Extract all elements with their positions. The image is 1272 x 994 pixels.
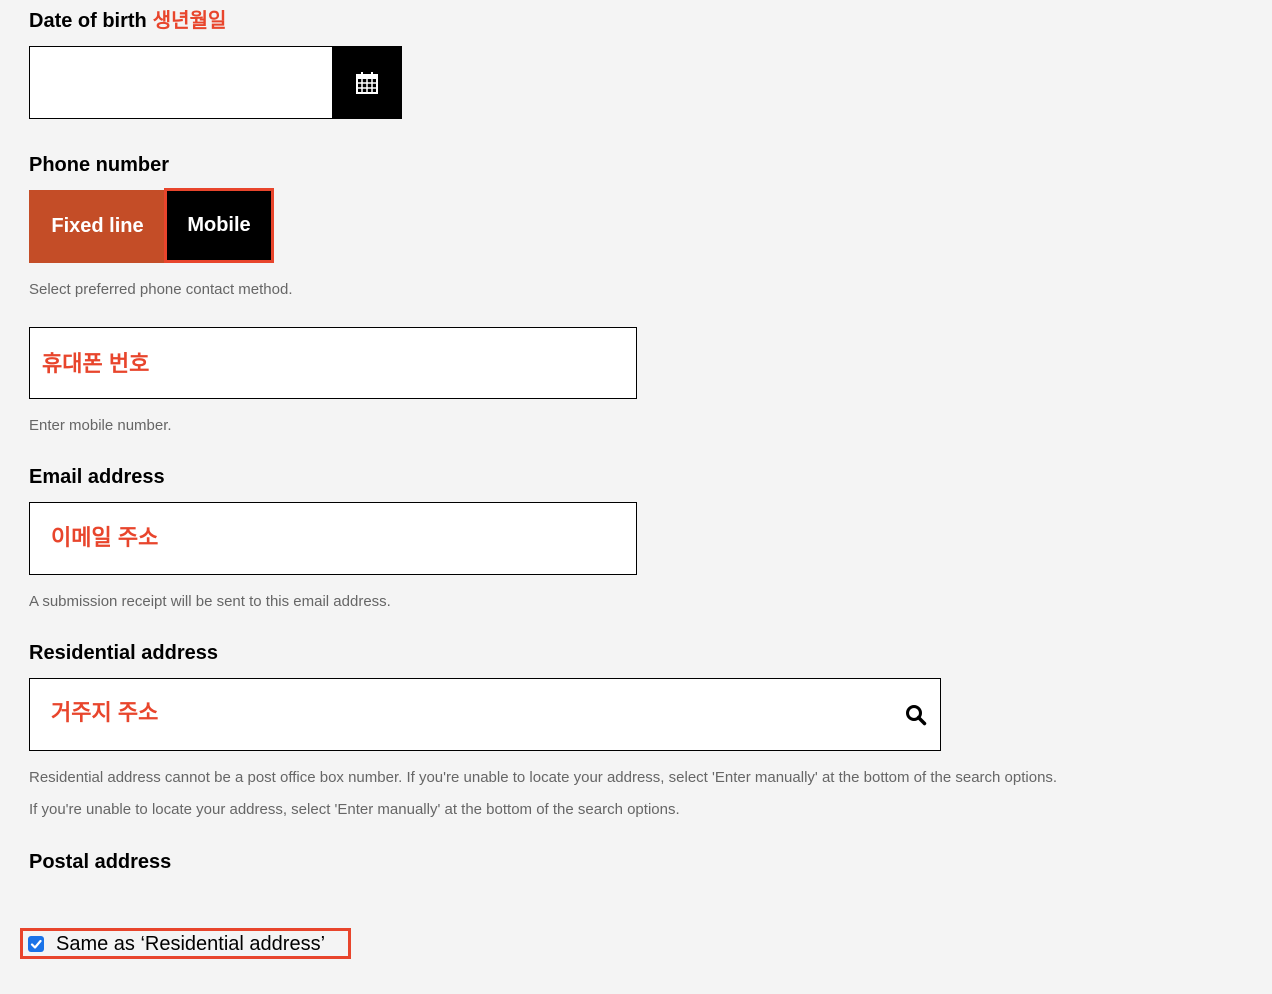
postal-label: Postal address: [29, 851, 172, 873]
mobile-number-hint: Enter mobile number.: [29, 417, 172, 434]
same-as-residential-checkbox[interactable]: [28, 935, 44, 952]
phone-label: Phone number: [29, 154, 170, 176]
dob-label-text: Date of birth: [29, 10, 147, 32]
fixed-line-toggle[interactable]: Fixed line: [29, 190, 166, 263]
dob-input[interactable]: [29, 46, 333, 119]
residential-label: Residential address: [29, 642, 218, 664]
email-hint: A submission receipt will be sent to thi…: [29, 593, 391, 610]
form-page: Date of birth 생년월일 Phone number Fixed lin…: [0, 0, 1272, 994]
dob-label: Date of birth 생년월일: [29, 8, 226, 34]
mobile-number-value: 휴대폰 번호: [42, 351, 150, 376]
mobile-number-input[interactable]: 휴대폰 번호: [29, 327, 637, 399]
same-as-residential-option[interactable]: Same as ‘Residential address’: [20, 928, 351, 959]
search-icon[interactable]: [905, 704, 927, 726]
calendar-icon: [356, 71, 378, 94]
email-value: 이메일 주소: [51, 525, 159, 550]
residential-hint-1: Residential address cannot be a post off…: [29, 769, 1058, 786]
residential-address-value: 거주지 주소: [51, 700, 159, 725]
mobile-toggle[interactable]: Mobile: [164, 188, 274, 263]
residential-hint-2: If you're unable to locate your address,…: [29, 801, 680, 818]
email-input[interactable]: 이메일 주소: [29, 502, 637, 575]
email-label: Email address: [29, 466, 165, 488]
residential-address-input[interactable]: 거주지 주소: [29, 678, 941, 751]
phone-hint: Select preferred phone contact method.: [29, 281, 293, 298]
calendar-button[interactable]: [332, 46, 402, 119]
check-icon: [30, 939, 42, 949]
same-as-residential-label: Same as ‘Residential address’: [56, 932, 326, 955]
dob-label-kr: 생년월일: [152, 10, 227, 32]
